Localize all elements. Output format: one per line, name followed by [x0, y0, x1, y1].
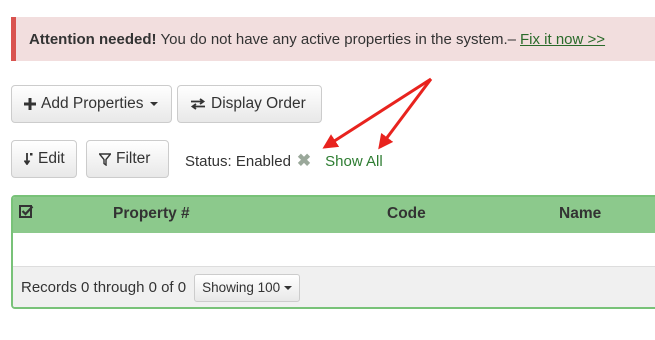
- add-properties-button[interactable]: Add Properties: [11, 85, 172, 123]
- status-filter-bar: Status: Enabled ✖ Show All: [185, 151, 383, 171]
- sort-arrow-icon: [24, 153, 33, 165]
- table-footer: Records 0 through 0 of 0 Showing 100: [13, 267, 655, 307]
- arrow-to-clear-icon: [322, 77, 432, 149]
- table-header: Property # Code Name: [13, 197, 655, 233]
- swap-arrows-icon: [190, 98, 206, 110]
- clear-filter-icon[interactable]: ✖: [297, 151, 311, 171]
- status-label: Status: Enabled: [185, 152, 291, 170]
- alert-title: Attention needed!: [29, 30, 157, 48]
- select-all-checkbox-icon[interactable]: [19, 204, 34, 224]
- display-order-button[interactable]: Display Order: [177, 85, 322, 123]
- records-count-text: Records 0 through 0 of 0: [21, 279, 187, 296]
- filter-funnel-icon: [99, 152, 111, 166]
- show-all-link[interactable]: Show All: [325, 153, 383, 170]
- filter-label: Filter: [116, 150, 151, 167]
- column-header-code[interactable]: Code: [387, 205, 426, 223]
- attention-alert: Attention needed! You do not have any ac…: [11, 17, 655, 61]
- empty-table-row: [13, 233, 655, 267]
- filter-button[interactable]: Filter: [86, 140, 169, 178]
- column-header-property-number[interactable]: Property #: [113, 205, 190, 223]
- edit-label: Edit: [38, 150, 65, 167]
- page-size-label: Showing 100: [202, 280, 281, 295]
- plus-icon: [24, 98, 36, 110]
- caret-down-icon: [149, 102, 158, 106]
- alert-message: You do not have any active properties in…: [160, 30, 517, 48]
- column-header-name[interactable]: Name: [559, 205, 601, 223]
- add-properties-label: Add Properties: [41, 95, 144, 112]
- fix-it-now-link[interactable]: Fix it now >>: [520, 31, 605, 48]
- arrow-to-show-all: [378, 78, 433, 150]
- page-size-dropdown[interactable]: Showing 100: [194, 273, 301, 302]
- display-order-label: Display Order: [211, 95, 306, 112]
- caret-down-icon: [284, 285, 293, 290]
- edit-button[interactable]: Edit: [11, 140, 77, 178]
- properties-table-panel: Property # Code Name Records 0 through 0…: [11, 195, 655, 309]
